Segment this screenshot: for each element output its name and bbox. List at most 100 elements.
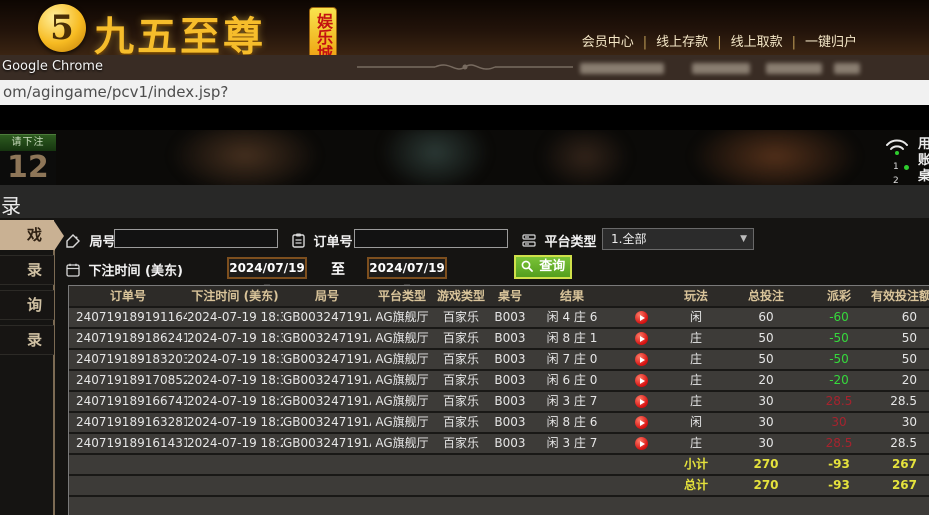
sidebar-tab-0[interactable]: 戏 bbox=[0, 220, 54, 250]
table-row: 2407191891911642024-07-19 18:34:37GB0032… bbox=[69, 308, 929, 329]
play-button[interactable] bbox=[635, 437, 648, 450]
cell-result: 闲 3 庄 7 bbox=[531, 392, 613, 411]
table-row: 2407191891614312024-07-19 18:28:54GB0032… bbox=[69, 434, 929, 455]
platform-type-value: 1.全部 bbox=[611, 232, 646, 246]
window-title: Google Chrome bbox=[2, 59, 103, 74]
cell-bet-time: 2024-07-19 18:28:54 bbox=[187, 434, 283, 453]
address-bar[interactable]: om/agingame/pcv1/index.jsp? bbox=[0, 80, 929, 105]
cell-play-type: 庄 bbox=[669, 329, 723, 348]
round-number-label: 局号 bbox=[66, 231, 116, 250]
date-range-to-label: 至 bbox=[331, 259, 345, 279]
redacted-user-info bbox=[766, 63, 822, 74]
total-row-payout: -93 bbox=[809, 476, 869, 495]
cell-play-type: 庄 bbox=[669, 350, 723, 369]
cell-order-number: 240719189191164 bbox=[69, 308, 187, 327]
calendar-icon bbox=[66, 263, 80, 277]
cell-game-type: 百家乐 bbox=[433, 350, 489, 369]
cell-platform: AG旗舰厅 bbox=[371, 392, 433, 411]
bet-records-table: 订单号下注时间 (美东)局号平台类型游戏类型桌号结果玩法总投注派彩有效投注额24… bbox=[68, 285, 929, 515]
search-icon bbox=[521, 260, 533, 272]
brand-coin-icon: 5 bbox=[38, 4, 86, 52]
sidebar-tab-1[interactable]: 录 bbox=[0, 255, 54, 285]
cell-round-number: GB003247191AS bbox=[283, 350, 371, 369]
nav-link-2[interactable]: 线上取款 bbox=[731, 35, 783, 50]
cell-platform: AG旗舰厅 bbox=[371, 350, 433, 369]
subtotal-row: 小计270-93267 bbox=[69, 455, 929, 476]
order-number-label: 订单号 bbox=[292, 231, 353, 250]
cell-result: 闲 4 庄 6 bbox=[531, 308, 613, 327]
cell-payout: -60 bbox=[809, 308, 869, 327]
countdown-timer: 12 bbox=[0, 151, 56, 185]
play-button[interactable] bbox=[635, 374, 648, 387]
address-bar-url[interactable]: om/agingame/pcv1/index.jsp? bbox=[3, 83, 228, 101]
play-button[interactable] bbox=[635, 395, 648, 408]
cell-table-number: B003 bbox=[489, 413, 531, 432]
play-button[interactable] bbox=[635, 311, 648, 324]
total-row: 总计270-93267 bbox=[69, 476, 929, 497]
subtotal-row-label: 小计 bbox=[669, 455, 723, 474]
cell-play-type: 庄 bbox=[669, 434, 723, 453]
cell-platform: AG旗舰厅 bbox=[371, 308, 433, 327]
column-header: 下注时间 (美东) bbox=[187, 286, 283, 306]
order-number-input[interactable] bbox=[354, 229, 508, 248]
round-number-input[interactable] bbox=[114, 229, 278, 248]
sidebar-tab-3[interactable]: 录 bbox=[0, 325, 54, 355]
cell-valid-bet: 28.5 bbox=[869, 434, 929, 453]
play-button[interactable] bbox=[635, 332, 648, 345]
sidebar-tab-2[interactable]: 询 bbox=[0, 290, 54, 320]
cell-platform: AG旗舰厅 bbox=[371, 371, 433, 390]
column-header: 局号 bbox=[283, 286, 371, 306]
cell-play-type: 庄 bbox=[669, 371, 723, 390]
decorative-flourish-icon bbox=[355, 58, 575, 76]
cell-game-type: 百家乐 bbox=[433, 308, 489, 327]
subtotal-row-total-bet: 270 bbox=[723, 455, 809, 474]
play-button[interactable] bbox=[635, 416, 648, 429]
date-to-picker[interactable]: 2024/07/19 ▼ bbox=[367, 257, 447, 279]
sidebar-divider bbox=[53, 246, 55, 515]
cell-valid-bet: 50 bbox=[869, 350, 929, 369]
total-row-label: 总计 bbox=[669, 476, 723, 495]
nav-link-3[interactable]: 一键归户 bbox=[805, 35, 857, 50]
cell-table-number: B003 bbox=[489, 329, 531, 348]
online-dot-icon bbox=[904, 165, 909, 170]
subtotal-row-payout: -93 bbox=[809, 455, 869, 474]
tag-icon bbox=[66, 234, 81, 248]
nav-link-1[interactable]: 线上存款 bbox=[656, 35, 708, 50]
column-header: 总投注 bbox=[723, 286, 809, 306]
play-button[interactable] bbox=[635, 353, 648, 366]
video-dealer-silhouette bbox=[690, 130, 860, 185]
column-header: 玩法 bbox=[669, 286, 723, 306]
total-row-total-bet: 270 bbox=[723, 476, 809, 495]
cell-total-bet: 50 bbox=[723, 329, 809, 348]
bet-status-label: 请下注 bbox=[0, 134, 56, 151]
cell-replay bbox=[613, 413, 669, 432]
table-row: 2407191891667412024-07-19 18:29:55GB0032… bbox=[69, 392, 929, 413]
total-row-valid-bet: 267 bbox=[869, 476, 929, 495]
date-from-picker[interactable]: 2024/07/19 ▼ bbox=[227, 257, 307, 279]
cell-order-number: 240719189170852 bbox=[69, 371, 187, 390]
cell-round-number: GB003247191AT bbox=[283, 329, 371, 348]
cell-replay bbox=[613, 434, 669, 453]
cell-bet-time: 2024-07-19 18:29:18 bbox=[187, 413, 283, 432]
live-video-strip: 请下注 12 bbox=[0, 130, 929, 185]
redacted-user-info bbox=[692, 63, 750, 74]
search-button[interactable]: 查询 bbox=[514, 255, 572, 279]
nav-separator: | bbox=[643, 35, 647, 50]
section-title: 录 bbox=[1, 190, 21, 219]
cell-bet-time: 2024-07-19 18:29:55 bbox=[187, 392, 283, 411]
cell-result: 闲 3 庄 7 bbox=[531, 434, 613, 453]
cell-game-type: 百家乐 bbox=[433, 392, 489, 411]
chevron-down-icon: ▼ bbox=[740, 229, 747, 249]
platform-type-label: 平台类型 bbox=[522, 231, 597, 250]
cell-play-type: 庄 bbox=[669, 392, 723, 411]
table-row: 2407191891708522024-07-19 18:30:49GB0032… bbox=[69, 371, 929, 392]
cell-valid-bet: 50 bbox=[869, 329, 929, 348]
column-header: 桌号 bbox=[489, 286, 531, 306]
cell-bet-time: 2024-07-19 18:33:06 bbox=[187, 350, 283, 369]
right-panel-label: 账 bbox=[918, 153, 929, 169]
top-nav: 会员中心|线上存款|线上取款|一键归户 bbox=[582, 31, 857, 50]
video-shadow bbox=[540, 130, 630, 185]
nav-link-0[interactable]: 会员中心 bbox=[582, 35, 634, 50]
platform-type-select[interactable]: 1.全部 ▼ bbox=[602, 228, 754, 250]
column-header: 有效投注额 bbox=[869, 286, 929, 306]
